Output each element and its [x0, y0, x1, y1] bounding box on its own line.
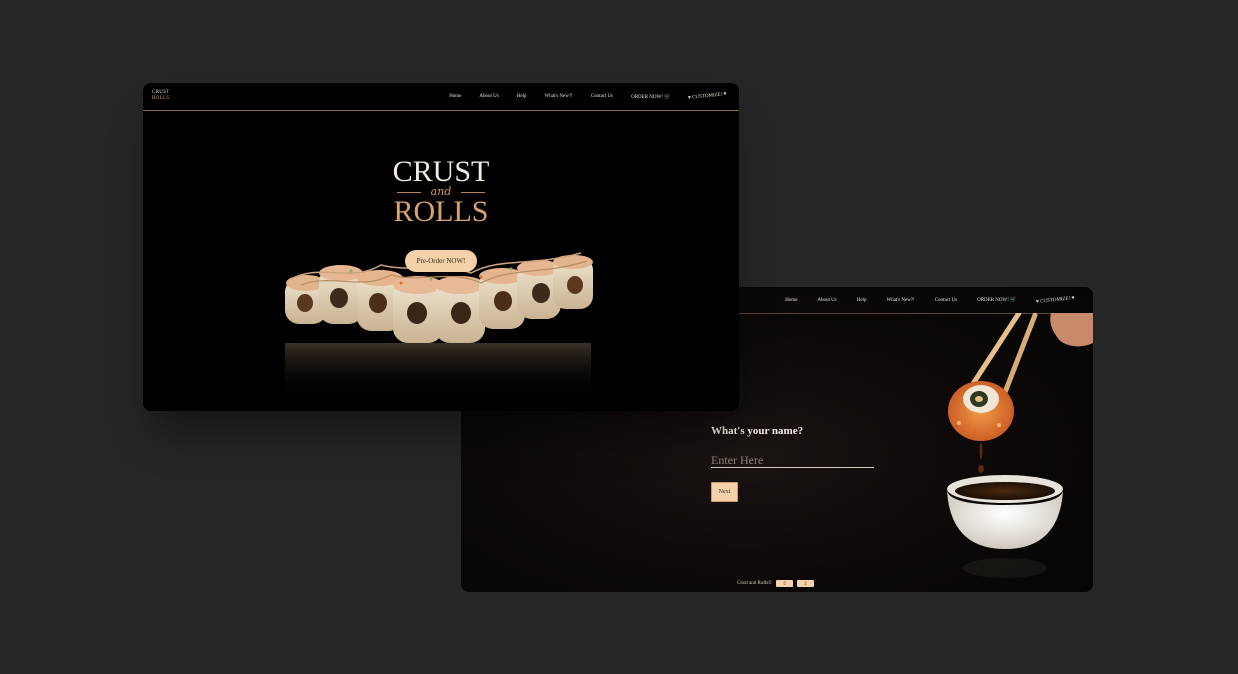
nav-about-us[interactable]: About Us: [817, 298, 836, 303]
footer: Crust and Rolls© ⇧ ⇩: [737, 580, 814, 587]
brand-line2: ROLLS: [152, 96, 170, 101]
cart-icon: 🛒: [664, 94, 671, 100]
nav-order-label: ORDER NOW!: [977, 298, 1009, 303]
nav-contact-us[interactable]: Contact Us: [935, 298, 957, 303]
nav-links: Home About Us Help What's New?! Contact …: [785, 287, 1075, 313]
next-button[interactable]: Next: [711, 482, 738, 502]
heart-icon: ♥: [723, 91, 728, 98]
brand-logo[interactable]: CRUST ROLLS: [152, 90, 170, 102]
home-screen: CRUST ROLLS Home About Us Help What's Ne…: [143, 83, 739, 411]
hero-logo: CRUST and ROLLS: [391, 157, 491, 227]
scroll-down-button[interactable]: ⇩: [796, 580, 814, 587]
nav-order-label: ORDER NOW!: [631, 94, 663, 100]
nav-customize[interactable]: ♥ CUSTOMIZE! ♥: [1036, 295, 1075, 304]
nav-customize-label: CUSTOMIZE!: [692, 92, 723, 101]
nav-customize-label: CUSTOMIZE!: [1040, 295, 1071, 305]
nav-order-now[interactable]: ORDER NOW! 🛒: [977, 297, 1016, 303]
nav-links: Home About Us Help What's New?! Contact …: [449, 83, 727, 110]
nav-help[interactable]: Help: [517, 94, 527, 99]
hero-title-top: CRUST: [392, 155, 490, 188]
scroll-up-button[interactable]: ⇧: [775, 580, 793, 587]
pre-order-button[interactable]: Pre-Order NOW!: [405, 250, 477, 272]
name-input[interactable]: [711, 453, 874, 468]
sushi-chopsticks-image: [947, 313, 1093, 578]
navbar: Home About Us Help What's New?! Contact …: [739, 287, 1093, 314]
copyright-text: Crust and Rolls©: [737, 581, 772, 586]
cart-icon: 🛒: [1010, 298, 1017, 303]
nav-whats-new[interactable]: What's New?!: [886, 298, 914, 303]
nav-about-us[interactable]: About Us: [479, 94, 498, 99]
name-question: What's your name?: [711, 425, 804, 437]
nav-home[interactable]: Home: [449, 94, 461, 99]
hero-title-bottom: ROLLS: [393, 195, 489, 228]
heart-icon: ♥: [1071, 295, 1076, 301]
brand-line1: CRUST: [152, 90, 170, 95]
navbar: CRUST ROLLS Home About Us Help What's Ne…: [143, 83, 739, 111]
nav-whats-new[interactable]: What's New?!: [544, 94, 572, 99]
nav-help[interactable]: Help: [857, 298, 867, 303]
hero-title-mid: and: [391, 186, 491, 197]
nav-contact-us[interactable]: Contact Us: [591, 94, 613, 99]
nav-order-now[interactable]: ORDER NOW! 🛒: [631, 94, 670, 100]
nav-home[interactable]: Home: [785, 298, 797, 303]
nav-customize[interactable]: ♥ CUSTOMIZE! ♥: [688, 92, 727, 101]
